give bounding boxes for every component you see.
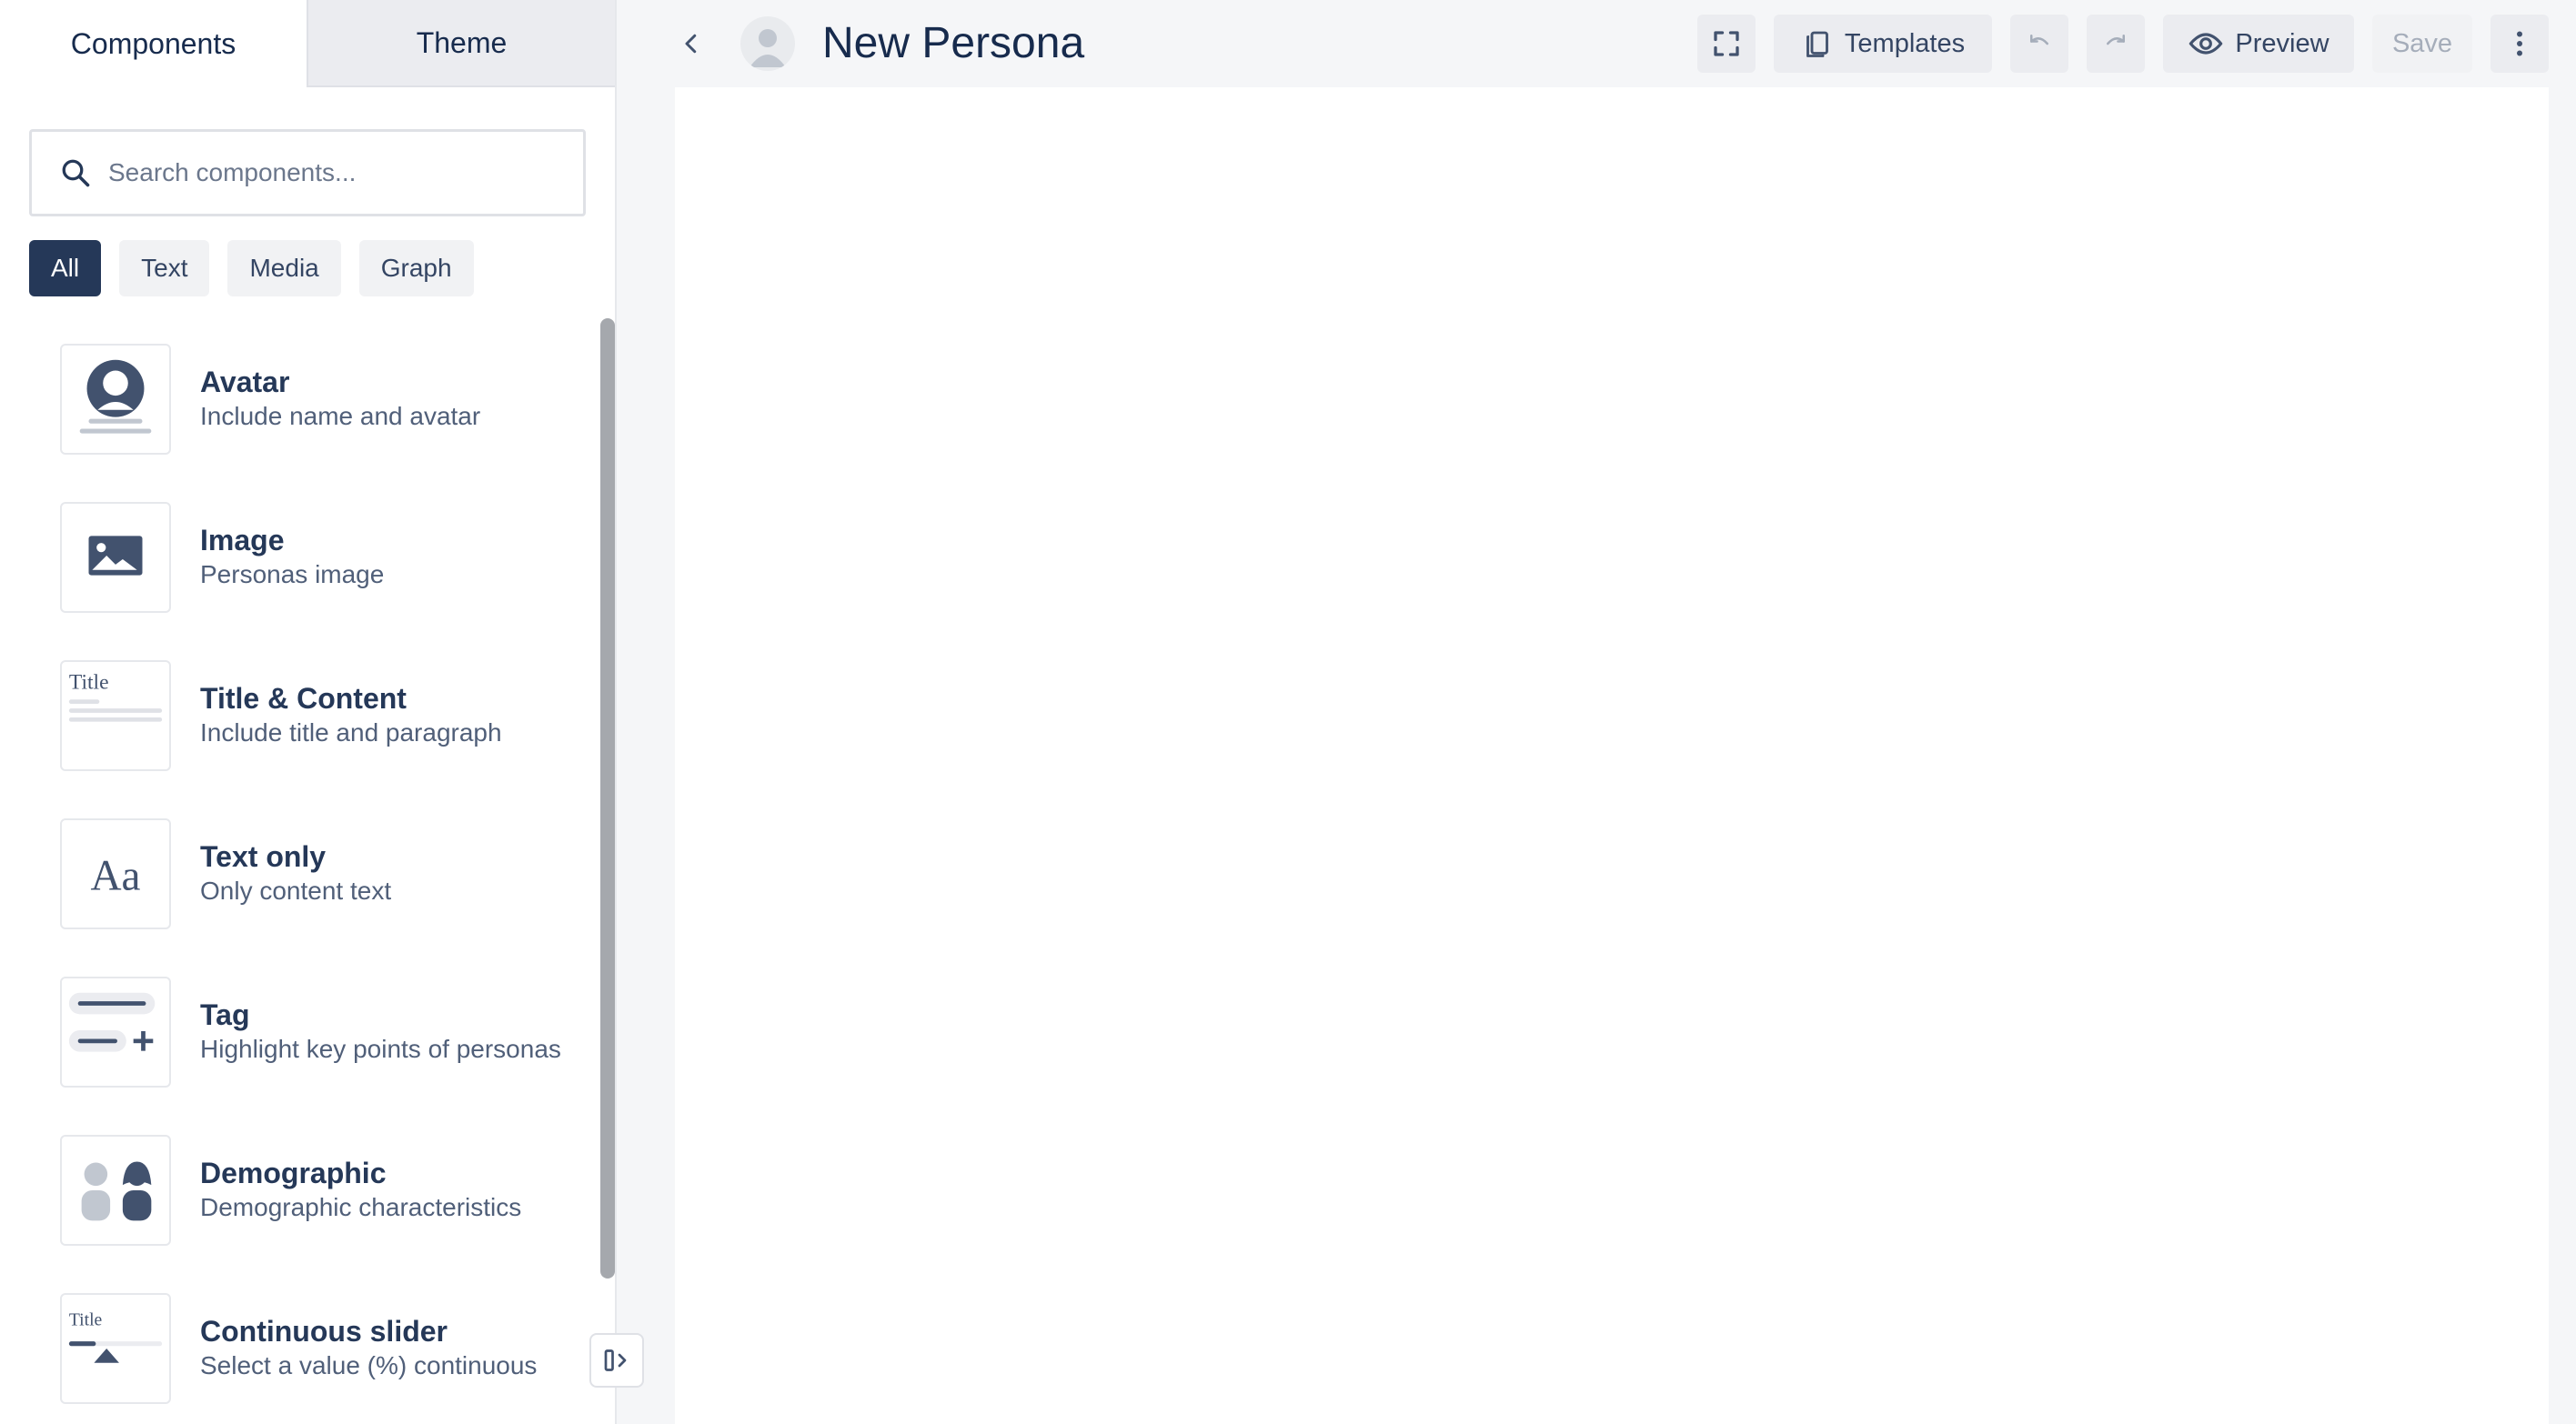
more-vertical-icon <box>2517 31 2522 56</box>
fullscreen-button[interactable] <box>1697 15 1756 73</box>
redo-button[interactable] <box>2087 15 2145 73</box>
filter-media[interactable]: Media <box>227 240 341 296</box>
component-image[interactable]: Image Personas image <box>60 502 569 613</box>
component-title: Avatar <box>200 366 290 398</box>
component-description: Personas image <box>200 560 385 588</box>
avatar[interactable] <box>740 16 795 71</box>
component-title: Image <box>200 524 285 557</box>
component-description: Select a value (%) continuous <box>200 1351 538 1379</box>
page-title[interactable]: New Persona <box>822 18 1084 69</box>
tab-theme[interactable]: Theme <box>307 0 615 87</box>
preview-button[interactable]: Preview <box>2163 15 2354 73</box>
component-title: Continuous slider <box>200 1315 448 1348</box>
undo-icon <box>2030 35 2048 45</box>
component-demographic[interactable]: Demographic Demographic characteristics <box>60 1135 569 1246</box>
slider-thumb-icon: Title <box>60 1293 171 1404</box>
image-thumb-icon <box>60 502 171 613</box>
editor-header: New Persona Templates Preview Save <box>619 0 2576 87</box>
component-text-only[interactable]: Aa Text only Only content text <box>60 818 569 929</box>
fullscreen-icon <box>1714 31 1739 56</box>
more-options-button[interactable] <box>2490 15 2549 73</box>
search-icon <box>62 159 90 187</box>
sidebar-tabs: Components Theme <box>0 0 615 87</box>
save-button[interactable]: Save <box>2372 15 2472 73</box>
templates-label: Templates <box>1844 28 1966 58</box>
redo-icon <box>2107 35 2125 45</box>
templates-icon <box>1806 31 1828 57</box>
component-title: Title & Content <box>200 682 407 715</box>
search-box <box>29 129 586 216</box>
svg-text:Title: Title <box>69 671 109 695</box>
tab-components[interactable]: Components <box>0 0 307 87</box>
user-avatar-icon <box>750 29 786 67</box>
component-title: Text only <box>200 840 327 873</box>
component-description: Include title and paragraph <box>200 718 502 747</box>
collapse-sidebar-button[interactable] <box>589 1333 644 1388</box>
component-description: Only content text <box>200 877 392 905</box>
component-title: Demographic <box>200 1157 387 1189</box>
filter-text[interactable]: Text <box>119 240 210 296</box>
component-description: Demographic characteristics <box>200 1193 522 1221</box>
text-only-thumb-icon: Aa <box>60 818 171 929</box>
tag-thumb-icon <box>60 977 171 1088</box>
filter-chips: All Text Media Graph <box>29 240 474 296</box>
eye-icon <box>2189 33 2223 55</box>
component-list: Avatar Include name and avatar Image Per… <box>0 318 591 1424</box>
filter-all[interactable]: All <box>29 240 102 296</box>
component-description: Include name and avatar <box>200 402 481 430</box>
sidebar-scrollbar[interactable] <box>600 318 615 1279</box>
component-description: Highlight key points of personas <box>200 1035 561 1063</box>
preview-label: Preview <box>2235 28 2329 58</box>
title-content-thumb-icon: Title <box>60 660 171 771</box>
templates-button[interactable]: Templates <box>1774 15 1992 73</box>
chevron-left-icon <box>685 34 697 54</box>
component-avatar[interactable]: Avatar Include name and avatar <box>60 344 569 455</box>
panel-collapse-icon <box>604 1349 627 1371</box>
component-continuous-slider[interactable]: Title Continuous slider Select a value (… <box>60 1293 569 1404</box>
svg-text:Title: Title <box>69 1309 103 1329</box>
back-button[interactable] <box>673 25 709 62</box>
undo-button[interactable] <box>2010 15 2068 73</box>
svg-text:Aa: Aa <box>90 853 140 900</box>
filter-graph[interactable]: Graph <box>358 240 474 296</box>
demographic-thumb-icon <box>60 1135 171 1246</box>
persona-canvas[interactable] <box>675 87 2549 1424</box>
component-tag[interactable]: Tag Highlight key points of personas <box>60 977 569 1088</box>
avatar-thumb-icon <box>60 344 171 455</box>
search-input[interactable] <box>108 158 563 187</box>
component-title: Tag <box>200 998 250 1031</box>
components-sidebar: Components Theme All Text Media Graph <box>0 0 617 1424</box>
component-title-content[interactable]: Title Title & Content Include title and … <box>60 660 569 771</box>
